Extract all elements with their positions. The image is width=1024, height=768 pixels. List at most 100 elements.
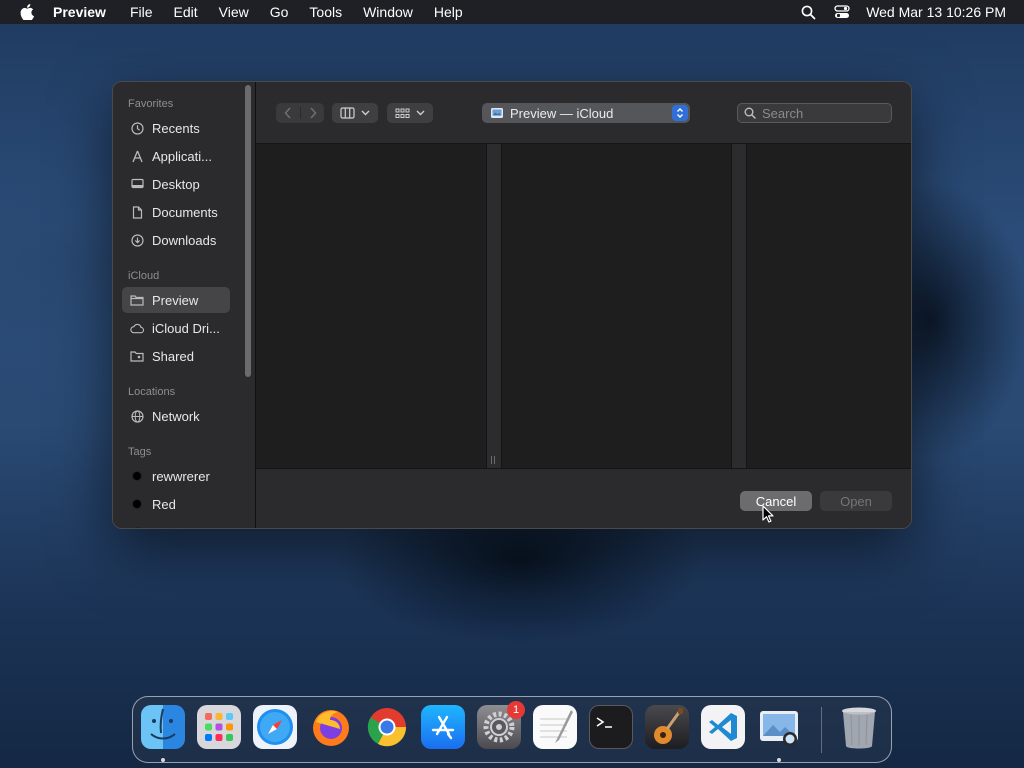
menu-tools[interactable]: Tools	[309, 4, 342, 20]
dock-trash[interactable]	[837, 705, 881, 749]
guitar-icon	[654, 708, 683, 744]
chevron-down-icon	[416, 110, 425, 116]
search-field	[737, 103, 892, 123]
back-forward-group	[276, 103, 324, 123]
sidebar-section-favorites: Favorites	[128, 98, 174, 110]
applications-icon	[130, 149, 144, 163]
dock-safari[interactable]	[253, 705, 297, 749]
dock-launchpad[interactable]	[197, 705, 241, 749]
menu-bar: Preview File Edit View Go Tools Window H…	[0, 0, 1024, 24]
sidebar-item-label: Downloads	[152, 232, 217, 248]
dock-textedit[interactable]	[533, 705, 577, 749]
apple-icon[interactable]	[20, 4, 34, 20]
open-file-dialog: Favorites Recents Applicati... Desktop D…	[112, 81, 912, 529]
chevron-down-icon	[361, 110, 370, 116]
column-resize-handle[interactable]	[491, 456, 497, 464]
tag-dot-icon	[130, 525, 144, 528]
dock-firefox[interactable]	[309, 705, 353, 749]
dialog-sidebar: Favorites Recents Applicati... Desktop D…	[113, 82, 256, 528]
clock-icon	[130, 121, 144, 135]
forward-button[interactable]	[300, 107, 324, 119]
menu-file[interactable]: File	[130, 4, 153, 20]
sidebar-item-applications[interactable]: Applicati...	[122, 143, 230, 169]
menu-help[interactable]: Help	[434, 4, 463, 20]
search-input[interactable]	[762, 105, 882, 121]
sidebar-item-recents[interactable]: Recents	[122, 115, 230, 141]
dock-chrome[interactable]	[365, 705, 409, 749]
location-popup-label: Preview — iCloud	[510, 105, 614, 121]
sidebar-scrollbar[interactable]	[245, 85, 251, 377]
sidebar-item-label: iCloud Dri...	[152, 320, 220, 336]
sidebar-item-label: Network	[152, 408, 200, 424]
sidebar-section-tags: Tags	[128, 446, 152, 458]
column-divider[interactable]	[731, 144, 747, 468]
sidebar-tag-red[interactable]: Red	[122, 491, 230, 517]
sidebar-tag-rewwrerer[interactable]: rewwrerer	[122, 463, 230, 489]
sidebar-tag-partial[interactable]	[122, 519, 230, 528]
open-button[interactable]: Open	[820, 491, 892, 511]
sidebar-item-shared[interactable]: Shared	[122, 343, 230, 369]
chevron-right-icon	[309, 107, 317, 119]
tag-dot-icon	[130, 469, 144, 483]
menu-window[interactable]: Window	[363, 4, 413, 20]
app-store-icon	[431, 715, 455, 740]
preview-icon	[760, 711, 798, 746]
globe-icon	[130, 409, 144, 423]
menu-app-name[interactable]: Preview	[53, 4, 106, 20]
menu-go[interactable]: Go	[270, 4, 289, 20]
vscode-icon	[709, 713, 737, 741]
control-center-icon[interactable]	[834, 4, 850, 20]
textedit-icon	[540, 710, 573, 743]
sidebar-item-desktop[interactable]: Desktop	[122, 171, 230, 197]
dialog-footer: Cancel Open	[256, 468, 911, 528]
sidebar-item-label: Recents	[152, 120, 200, 136]
sidebar-item-label: Red	[152, 496, 176, 512]
spotlight-search-icon[interactable]	[800, 4, 816, 20]
launchpad-icon	[205, 713, 233, 741]
dock-terminal[interactable]	[589, 705, 633, 749]
grid-icon	[395, 108, 410, 118]
document-icon	[130, 205, 144, 219]
running-indicator	[161, 758, 165, 762]
sidebar-item-icloud-drive[interactable]: iCloud Dri...	[122, 315, 230, 341]
folder-icon	[130, 293, 144, 307]
dock-app-store[interactable]	[421, 705, 465, 749]
menu-edit[interactable]: Edit	[174, 4, 198, 20]
dialog-toolbar: Preview — iCloud	[256, 82, 911, 144]
desktop-icon	[130, 177, 144, 191]
location-popup-button[interactable]: Preview — iCloud	[482, 103, 690, 123]
trash-icon	[842, 707, 876, 749]
menu-bar-clock[interactable]: Wed Mar 13 10:26 PM	[866, 4, 1006, 20]
updown-chevron-icon	[672, 105, 688, 121]
tag-dot-icon	[130, 497, 144, 511]
sidebar-section-locations: Locations	[128, 386, 176, 398]
sidebar-item-downloads[interactable]: Downloads	[122, 227, 230, 253]
column-browser	[256, 144, 911, 468]
chrome-icon	[367, 708, 407, 747]
sidebar-item-network[interactable]: Network	[122, 403, 230, 429]
finder-icon	[150, 708, 176, 740]
sidebar-item-preview[interactable]: Preview	[122, 287, 230, 313]
sidebar-item-label: rewwrerer	[152, 468, 210, 484]
back-button[interactable]	[276, 107, 300, 119]
cancel-button[interactable]: Cancel	[740, 491, 812, 511]
dock-finder[interactable]	[141, 705, 185, 749]
menu-bar-extras: Wed Mar 13 10:26 PM	[782, 0, 1006, 24]
sidebar-item-label: Applicati...	[152, 148, 212, 164]
sidebar-item-documents[interactable]: Documents	[122, 199, 230, 225]
view-mode-button[interactable]	[332, 103, 378, 123]
menu-view[interactable]: View	[219, 4, 249, 20]
dock-vscode[interactable]	[701, 705, 745, 749]
shared-folder-icon	[130, 349, 144, 363]
cloud-icon	[130, 321, 144, 335]
dock-garageband[interactable]	[645, 705, 689, 749]
sidebar-section-icloud: iCloud	[128, 270, 160, 282]
column-divider[interactable]	[486, 144, 502, 468]
columns-view-icon	[340, 107, 355, 119]
downloads-icon	[130, 233, 144, 247]
dock-preview[interactable]	[757, 705, 801, 749]
mouse-cursor-icon	[762, 505, 774, 523]
sidebar-item-label: Desktop	[152, 176, 200, 192]
group-by-button[interactable]	[387, 103, 433, 123]
notification-badge: 1	[507, 701, 525, 719]
